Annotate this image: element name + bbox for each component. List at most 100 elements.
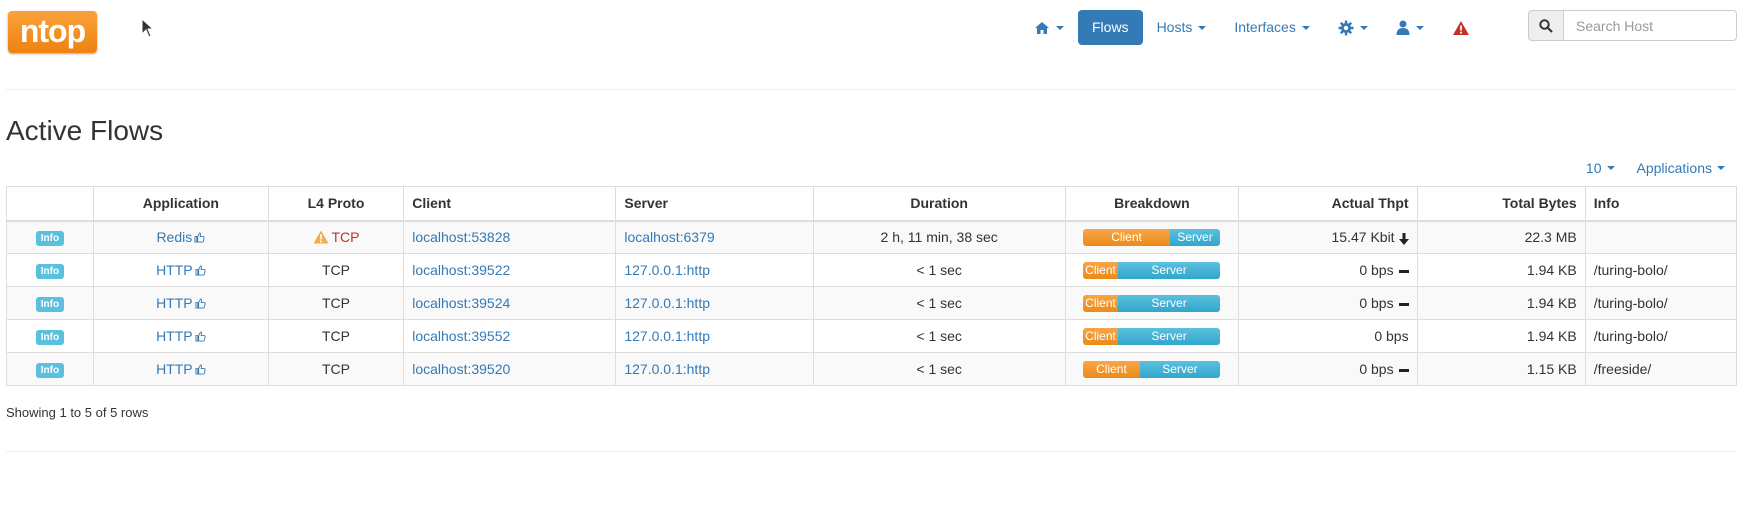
applications-label: Applications [1636, 160, 1713, 176]
nav-interfaces[interactable]: Interfaces [1220, 10, 1323, 45]
server-host-link[interactable]: 127.0.0.1 [624, 295, 682, 311]
column-header[interactable]: L4 Proto [267, 186, 405, 222]
chevron-down-icon [1301, 25, 1310, 30]
flow-info: /turing-bolo/ [1584, 253, 1738, 287]
column-header[interactable]: Actual Thpt [1238, 186, 1418, 222]
column-header[interactable] [6, 186, 94, 222]
alerts-button[interactable] [1438, 10, 1484, 45]
breakdown-server: Server [1169, 228, 1221, 246]
client-port[interactable]: :39552 [467, 328, 510, 344]
l4-proto-cell: TCP [267, 220, 405, 254]
server-port[interactable]: :http [683, 295, 710, 311]
search-button[interactable] [1528, 10, 1564, 41]
page-size-value: 10 [1585, 160, 1602, 176]
home-menu[interactable] [1030, 10, 1078, 45]
info-button[interactable]: Info [35, 297, 65, 312]
l4-proto: TCP [322, 295, 350, 311]
total-bytes: 1.15 KB [1416, 352, 1586, 386]
column-header[interactable]: Client [403, 186, 617, 222]
actual-throughput: 0 bps [1374, 328, 1409, 344]
breakdown-bar: Client Server [1083, 360, 1221, 378]
total-bytes: 1.94 KB [1416, 319, 1586, 353]
table-row[interactable]: Info HTTP TCP localhost:39520 127.0.0.1:… [6, 352, 1738, 386]
l4-proto: TCP [322, 361, 350, 377]
application-link[interactable]: HTTP [156, 295, 193, 311]
table-row[interactable]: Info HTTP TCP localhost:39522 127.0.0.1:… [6, 253, 1738, 287]
applications-dropdown[interactable]: Applications [1636, 160, 1725, 176]
duration: 2 h, 11 min, 38 sec [812, 220, 1066, 254]
client-port[interactable]: :39522 [467, 262, 510, 278]
nav-hosts[interactable]: Hosts [1143, 10, 1221, 45]
flow-info [1584, 220, 1738, 254]
table-row[interactable]: Info HTTP TCP localhost:39552 127.0.0.1:… [6, 319, 1738, 353]
search-host-input[interactable] [1563, 10, 1737, 41]
total-bytes: 1.94 KB [1416, 286, 1586, 320]
client-host-link[interactable]: localhost [412, 328, 467, 344]
settings-menu[interactable] [1324, 10, 1382, 45]
table-row[interactable]: Info Redis TCP localhost:53828 localhost… [6, 220, 1738, 254]
client-host-link[interactable]: localhost [412, 295, 467, 311]
server-port[interactable]: :6379 [680, 229, 715, 245]
client-port[interactable]: :39520 [467, 361, 510, 377]
client-port[interactable]: :53828 [467, 229, 510, 245]
thumbs-up-icon [195, 265, 206, 276]
column-header[interactable]: Breakdown [1064, 186, 1240, 222]
trend-flat-icon [1398, 368, 1409, 372]
breakdown-server: Server [1117, 261, 1221, 279]
table-header-row: Application L4 Proto Client Server Durat… [6, 186, 1738, 222]
info-button[interactable]: Info [35, 363, 65, 378]
nav-hosts-label: Hosts [1156, 19, 1193, 35]
client-port[interactable]: :39524 [467, 295, 510, 311]
server-host-link[interactable]: 127.0.0.1 [624, 262, 682, 278]
trend-flat-icon [1398, 302, 1409, 306]
l4-proto-cell: TCP [267, 253, 405, 287]
page-size-dropdown[interactable]: 10 [1586, 160, 1615, 176]
flow-info: /turing-bolo/ [1584, 286, 1738, 320]
column-header[interactable]: Total Bytes [1416, 186, 1586, 222]
table-toolbar: 10 Applications [1586, 160, 1725, 176]
info-button[interactable]: Info [35, 330, 65, 345]
total-bytes: 22.3 MB [1416, 220, 1586, 254]
breakdown-bar: Client Server [1083, 327, 1221, 345]
trend-flat-icon [1398, 269, 1409, 273]
breakdown-bar: Client Server [1083, 228, 1221, 246]
server-port[interactable]: :http [683, 361, 710, 377]
client-host-link[interactable]: localhost [412, 262, 467, 278]
user-icon [1396, 20, 1410, 35]
client-host-link[interactable]: localhost [412, 229, 467, 245]
breakdown-server: Server [1139, 360, 1221, 378]
column-header[interactable]: Duration [812, 186, 1066, 222]
client-host-link[interactable]: localhost [412, 361, 467, 377]
application-link[interactable]: Redis [156, 229, 192, 245]
breakdown-server: Server [1117, 294, 1221, 312]
nav-flows-label: Flows [1092, 19, 1129, 35]
server-host-link[interactable]: 127.0.0.1 [624, 328, 682, 344]
nav-flows[interactable]: Flows [1078, 10, 1143, 45]
info-button[interactable]: Info [35, 264, 65, 279]
ntop-logo[interactable]: ntop [8, 11, 97, 53]
application-link[interactable]: HTTP [156, 262, 193, 278]
application-link[interactable]: HTTP [156, 328, 193, 344]
duration: < 1 sec [812, 253, 1066, 287]
application-link[interactable]: HTTP [156, 361, 193, 377]
divider [6, 451, 1737, 452]
home-icon [1035, 21, 1049, 34]
column-header[interactable]: Info [1584, 186, 1738, 222]
breakdown-bar: Client Server [1083, 261, 1221, 279]
server-host-link[interactable]: localhost [624, 229, 679, 245]
user-menu[interactable] [1382, 10, 1438, 45]
chevron-down-icon [1415, 25, 1424, 30]
thumbs-up-icon [195, 298, 206, 309]
warning-icon [313, 230, 328, 244]
flow-info: /freeside/ [1584, 352, 1738, 386]
info-button[interactable]: Info [35, 231, 65, 247]
server-port[interactable]: :http [683, 328, 710, 344]
duration: < 1 sec [812, 286, 1066, 320]
server-host-link[interactable]: 127.0.0.1 [624, 361, 682, 377]
table-row[interactable]: Info HTTP TCP localhost:39524 127.0.0.1:… [6, 286, 1738, 320]
column-header[interactable]: Application [92, 186, 269, 222]
column-header[interactable]: Server [615, 186, 814, 222]
actual-throughput: 0 bps [1359, 361, 1394, 377]
server-port[interactable]: :http [683, 262, 710, 278]
nav-interfaces-label: Interfaces [1234, 19, 1296, 35]
